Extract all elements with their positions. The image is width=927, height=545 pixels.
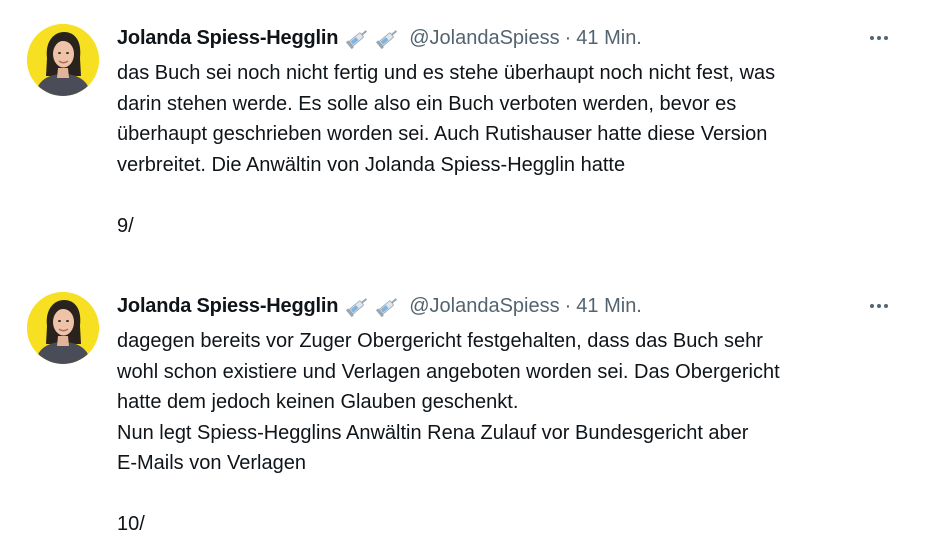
more-options-icon[interactable] [863, 26, 895, 50]
timestamp[interactable]: 41 Min. [576, 27, 642, 50]
tweet-text-line: dagegen bereits vor Zuger Obergericht fe… [117, 330, 763, 352]
tweet-text-line: wohl schon existiere und Verlagen angebo… [117, 360, 780, 383]
tweet-header: Jolanda Spiess-Hegglin @JolandaSpiess · … [117, 24, 907, 52]
tweet[interactable]: Jolanda Spiess-Hegglin @JolandaSpiess · … [0, 0, 927, 268]
tweet-text-line: verbreitet. Die Anwältin von Jolanda Spi… [117, 153, 626, 176]
tweet-text: das Buch sei noch nicht fertig und es st… [117, 58, 907, 241]
syringe-icon [346, 298, 368, 317]
syringe-icon [346, 30, 368, 49]
separator-dot: · [564, 26, 572, 49]
syringe-icon [376, 298, 398, 317]
tweet-text-line: das Buch sei noch nicht fertig und es st… [117, 62, 776, 84]
thread-counter: 10/ [117, 513, 145, 535]
tweet[interactable]: Jolanda Spiess-Hegglin @JolandaSpiess · … [0, 268, 927, 545]
tweet-text-line: überhaupt geschrieben worden sei. Auch R… [117, 123, 768, 145]
tweet-text-line: Nun legt Spiess-Hegglins Anwältin Rena Z… [117, 421, 749, 444]
separator-dot: · [564, 294, 572, 317]
thread-counter: 9/ [117, 214, 134, 237]
author-name[interactable]: Jolanda Spiess-Hegglin [117, 27, 338, 50]
tweet-text-line: darin stehen werde. Es solle also ein Bu… [117, 92, 737, 115]
timestamp[interactable]: 41 Min. [576, 295, 642, 318]
avatar-portrait-image [27, 292, 99, 364]
tweet-text: dagegen bereits vor Zuger Obergericht fe… [117, 326, 907, 540]
tweet-header: Jolanda Spiess-Hegglin @JolandaSpiess · … [117, 292, 907, 320]
syringe-icon [376, 30, 398, 49]
more-options-icon[interactable] [863, 294, 895, 318]
tweet-text-line: E-Mails von Verlagen [117, 452, 306, 474]
tweet-text-line: hatte dem jedoch keinen Glauben geschenk… [117, 391, 519, 413]
avatar[interactable] [27, 24, 99, 96]
author-handle[interactable]: @JolandaSpiess [409, 295, 559, 318]
avatar-portrait-image [27, 24, 99, 96]
author-handle[interactable]: @JolandaSpiess [409, 27, 559, 50]
author-name[interactable]: Jolanda Spiess-Hegglin [117, 295, 338, 318]
avatar[interactable] [27, 292, 99, 364]
